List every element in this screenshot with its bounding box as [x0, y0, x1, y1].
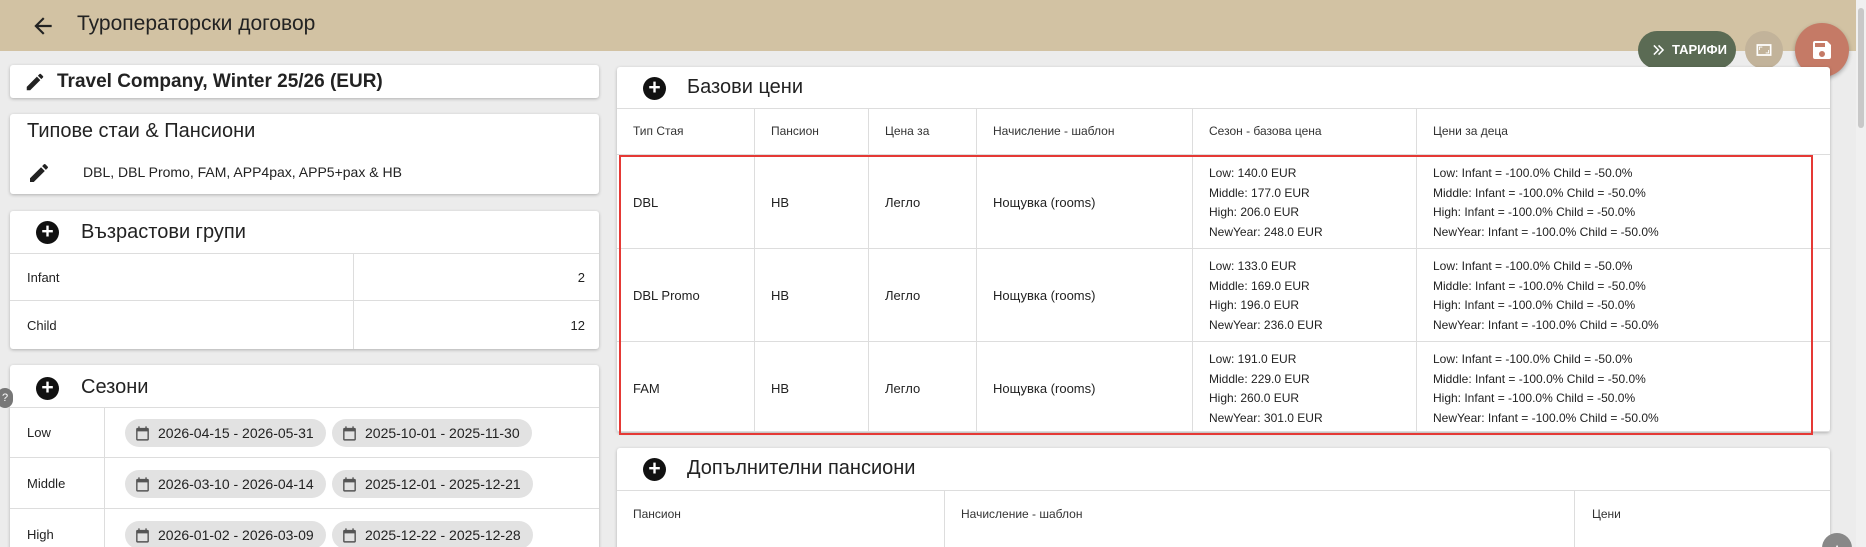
room-types-card: Типове стаи & Пансиони DBL, DBL Promo, F…: [10, 114, 599, 194]
edit-pencil-icon[interactable]: [27, 161, 51, 185]
season-range-chip[interactable]: 2026-04-15 - 2026-05-31: [125, 419, 326, 447]
fullscreen-button[interactable]: [1745, 31, 1783, 69]
season-range-text: 2026-01-02 - 2026-03-09: [158, 527, 314, 543]
add-extra-board-icon[interactable]: +: [643, 458, 666, 481]
calendar-icon: [343, 528, 356, 543]
add-base-price-icon[interactable]: +: [643, 77, 666, 100]
season-range-chip[interactable]: 2025-12-22 - 2025-12-28: [332, 521, 533, 547]
selection-highlight: [619, 155, 1813, 435]
tariffs-button-label: ТАРИФИ: [1672, 42, 1727, 57]
column-header-prices: Цени: [1592, 507, 1621, 521]
divider: [10, 508, 599, 509]
divider: [617, 108, 1830, 109]
age-groups-card: + Възрастови групи Infant 2 Child 12: [10, 211, 599, 349]
age-group-label: Child: [27, 318, 57, 333]
season-range-text: 2026-04-15 - 2026-05-31: [158, 425, 314, 441]
calendar-icon: [343, 477, 356, 492]
page-title: Туроператорски договор: [77, 12, 316, 35]
divider: [10, 407, 599, 408]
double-chevron-right-icon: [1653, 44, 1665, 56]
column-header-template: Начисление - шаблон: [993, 124, 1115, 138]
season-range-text: 2025-12-01 - 2025-12-21: [365, 476, 521, 492]
column-header-board: Пансион: [771, 124, 819, 138]
season-range-text: 2025-10-01 - 2025-11-30: [365, 425, 520, 441]
scrollbar-thumb[interactable]: [1858, 8, 1864, 128]
season-range-chip[interactable]: 2026-01-02 - 2026-03-09: [125, 521, 326, 547]
calendar-icon: [136, 477, 149, 492]
calendar-icon: [343, 426, 356, 441]
divider: [10, 300, 599, 301]
room-types-summary: DBL, DBL Promo, FAM, APP4pax, APP5+pax &…: [83, 164, 402, 180]
room-types-title: Типове стаи & Пансиони: [27, 120, 256, 142]
extra-boards-card: + Допълнителни пансиони Пансион Начислен…: [617, 448, 1830, 547]
seasons-title: Сезони: [81, 376, 149, 398]
add-age-group-icon[interactable]: +: [36, 221, 59, 244]
season-range-text: 2026-03-10 - 2026-04-14: [158, 476, 314, 492]
season-range-chip[interactable]: 2025-10-01 - 2025-11-30: [332, 419, 532, 447]
divider: [104, 407, 105, 547]
column-header-board: Пансион: [633, 507, 681, 521]
column-header-season-price: Сезон - базова цена: [1209, 124, 1322, 138]
edit-pencil-icon[interactable]: [24, 71, 46, 93]
age-groups-title: Възрастови групи: [81, 221, 246, 243]
save-icon: [1813, 41, 1831, 59]
contract-name: Travel Company, Winter 25/26 (EUR): [57, 71, 383, 92]
help-tab[interactable]: ?: [0, 388, 13, 408]
age-group-value: 2: [577, 270, 585, 285]
season-label: High: [27, 527, 54, 542]
age-group-label: Infant: [27, 270, 60, 285]
column-header-template: Начисление - шаблон: [961, 507, 1083, 521]
divider: [944, 490, 945, 547]
season-range-chip[interactable]: 2026-03-10 - 2026-04-14: [125, 470, 326, 498]
back-arrow-icon[interactable]: [30, 13, 56, 39]
divider: [617, 490, 1830, 491]
top-bar: Туроператорски договор: [0, 0, 1866, 51]
calendar-icon: [136, 528, 149, 543]
base-prices-title: Базови цени: [687, 76, 804, 98]
fullscreen-icon: [1756, 44, 1772, 56]
add-season-icon[interactable]: +: [36, 377, 59, 400]
season-range-chip[interactable]: 2025-12-01 - 2025-12-21: [332, 470, 533, 498]
age-group-value: 12: [570, 318, 585, 333]
tariffs-button[interactable]: ТАРИФИ: [1638, 31, 1736, 69]
divider: [353, 253, 354, 349]
column-header-price-per: Цена за: [885, 124, 930, 138]
calendar-icon: [136, 426, 149, 441]
column-header-room-type: Тип Стая: [633, 124, 684, 138]
extra-boards-title: Допълнителни пансиони: [687, 457, 916, 479]
season-label: Low: [27, 425, 51, 440]
divider: [1574, 490, 1575, 547]
divider: [10, 253, 599, 254]
season-label: Middle: [27, 476, 66, 491]
contract-card: Travel Company, Winter 25/26 (EUR): [10, 65, 599, 98]
season-range-text: 2025-12-22 - 2025-12-28: [365, 527, 521, 543]
column-header-child-prices: Цени за деца: [1433, 124, 1508, 138]
seasons-card: + Сезони Low 2026-04-15 - 2026-05-31 202…: [10, 365, 599, 547]
divider: [10, 457, 599, 458]
